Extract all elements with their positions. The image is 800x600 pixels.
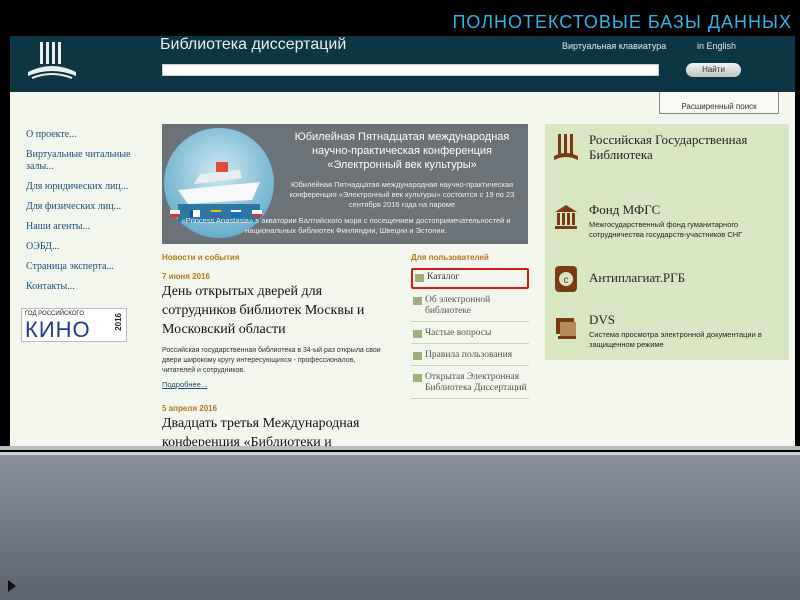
english-link[interactable]: in English: [697, 41, 736, 51]
list-bullet-icon: [415, 274, 424, 282]
kino-big-text: КИНО: [25, 317, 91, 342]
news-date: 7 июня 2016: [162, 272, 210, 281]
news-title[interactable]: День открытых дверей для сотрудников биб…: [162, 282, 392, 339]
search-button[interactable]: Найти: [686, 63, 741, 77]
nav-legal-entities[interactable]: Для юридических лиц...: [26, 181, 152, 193]
browser-screenshot: Библиотека диссертаций Виртуальная клави…: [10, 36, 795, 446]
partner-title: Российская Государственная Библиотека: [589, 132, 748, 162]
play-arrow-icon[interactable]: [8, 580, 16, 592]
nav-contacts[interactable]: Контакты...: [26, 281, 152, 293]
users-item-faq[interactable]: Частые вопросы: [411, 326, 529, 344]
partner-subtitle: Межгосударственный фонд гуманитарного со…: [589, 220, 743, 239]
nav-expert[interactable]: Страница эксперта...: [26, 261, 152, 273]
users-item-open-library[interactable]: Открытая Электронная Библиотека Диссерта…: [411, 370, 529, 399]
users-item-rules[interactable]: Правила пользования: [411, 348, 529, 366]
partner-title: Фонд МФГС: [589, 202, 661, 217]
users-item-label: Правила пользования: [425, 350, 513, 360]
list-bullet-icon: [413, 352, 422, 360]
partner-subtitle: Система просмотра электронной документац…: [589, 330, 762, 349]
users-item-catalog[interactable]: Каталог: [411, 268, 529, 289]
news-body: Российская государственная библиотека в …: [162, 347, 381, 374]
users-item-about-library[interactable]: Об электронной библиотеке: [411, 293, 529, 322]
kino-year: 2016: [114, 313, 123, 331]
users-item-label: Об электронной библиотеке: [425, 295, 491, 316]
partner-title: Антиплагиат.РГБ: [589, 270, 686, 285]
site-header: Библиотека диссертаций Виртуальная клави…: [10, 36, 795, 92]
users-item-label: Частые вопросы: [425, 328, 492, 338]
mfgs-logo-icon: [555, 205, 577, 229]
partner-title: DVS: [589, 312, 616, 327]
list-bullet-icon: [413, 297, 422, 305]
dvs-logo-icon: [556, 318, 576, 339]
news-heading: Новости и события: [162, 253, 240, 262]
conference-banner[interactable]: Юбилейная Пятнадцатая международная науч…: [162, 124, 528, 244]
slide-title: ПОЛНОТЕКСТОВЫЕ БАЗЫ ДАННЫХ: [452, 12, 792, 32]
list-bullet-icon: [413, 374, 422, 382]
antiplagiat-logo-icon: c: [555, 266, 577, 292]
users-item-label: Каталог: [427, 272, 460, 282]
banner-title: Юбилейная Пятнадцатая международная науч…: [294, 131, 510, 171]
news-more-link[interactable]: Подробнее...: [162, 380, 207, 389]
list-bullet-icon: [413, 330, 422, 338]
news-title[interactable]: Двадцать третья Международная конференци…: [162, 414, 392, 446]
news-date: 5 апреля 2016: [162, 404, 218, 413]
kino-badge[interactable]: ГОД РОССИЙСКОГО КИНО 2016: [21, 308, 127, 342]
nav-about[interactable]: О проекте...: [26, 129, 152, 141]
library-logo-icon: [28, 42, 76, 79]
left-nav: О проекте... Виртуальные читальные залы.…: [26, 129, 152, 301]
users-item-label: Открытая Электронная Библиотека Диссерта…: [425, 372, 527, 393]
search-input[interactable]: [162, 64, 659, 76]
nav-virtual-halls[interactable]: Виртуальные читальные залы...: [26, 149, 152, 173]
virtual-keyboard-link[interactable]: Виртуальная клавиатура: [562, 41, 666, 51]
banner-text-continued: «Princess Anastasia» в акватории Балтийс…: [181, 216, 511, 235]
nav-individuals[interactable]: Для физических лиц...: [26, 201, 152, 213]
svg-text:c: c: [564, 275, 569, 286]
banner-text: Юбилейная Пятнадцатая международная науч…: [289, 180, 515, 209]
slide-footer-gradient: [0, 446, 800, 600]
users-heading: Для пользователей: [411, 253, 489, 262]
nav-agents[interactable]: Наши агенты...: [26, 221, 152, 233]
advanced-search-link[interactable]: Расширенный поиск: [659, 92, 779, 114]
partners-panel: Российская Государственная Библиотека Фо…: [545, 124, 789, 360]
nav-oebd[interactable]: ОЭБД...: [26, 241, 152, 253]
users-list: Каталог Об электронной библиотеке Частые…: [411, 268, 529, 403]
site-title: Библиотека диссертаций: [160, 36, 347, 53]
rgb-logo-icon: [554, 134, 578, 160]
